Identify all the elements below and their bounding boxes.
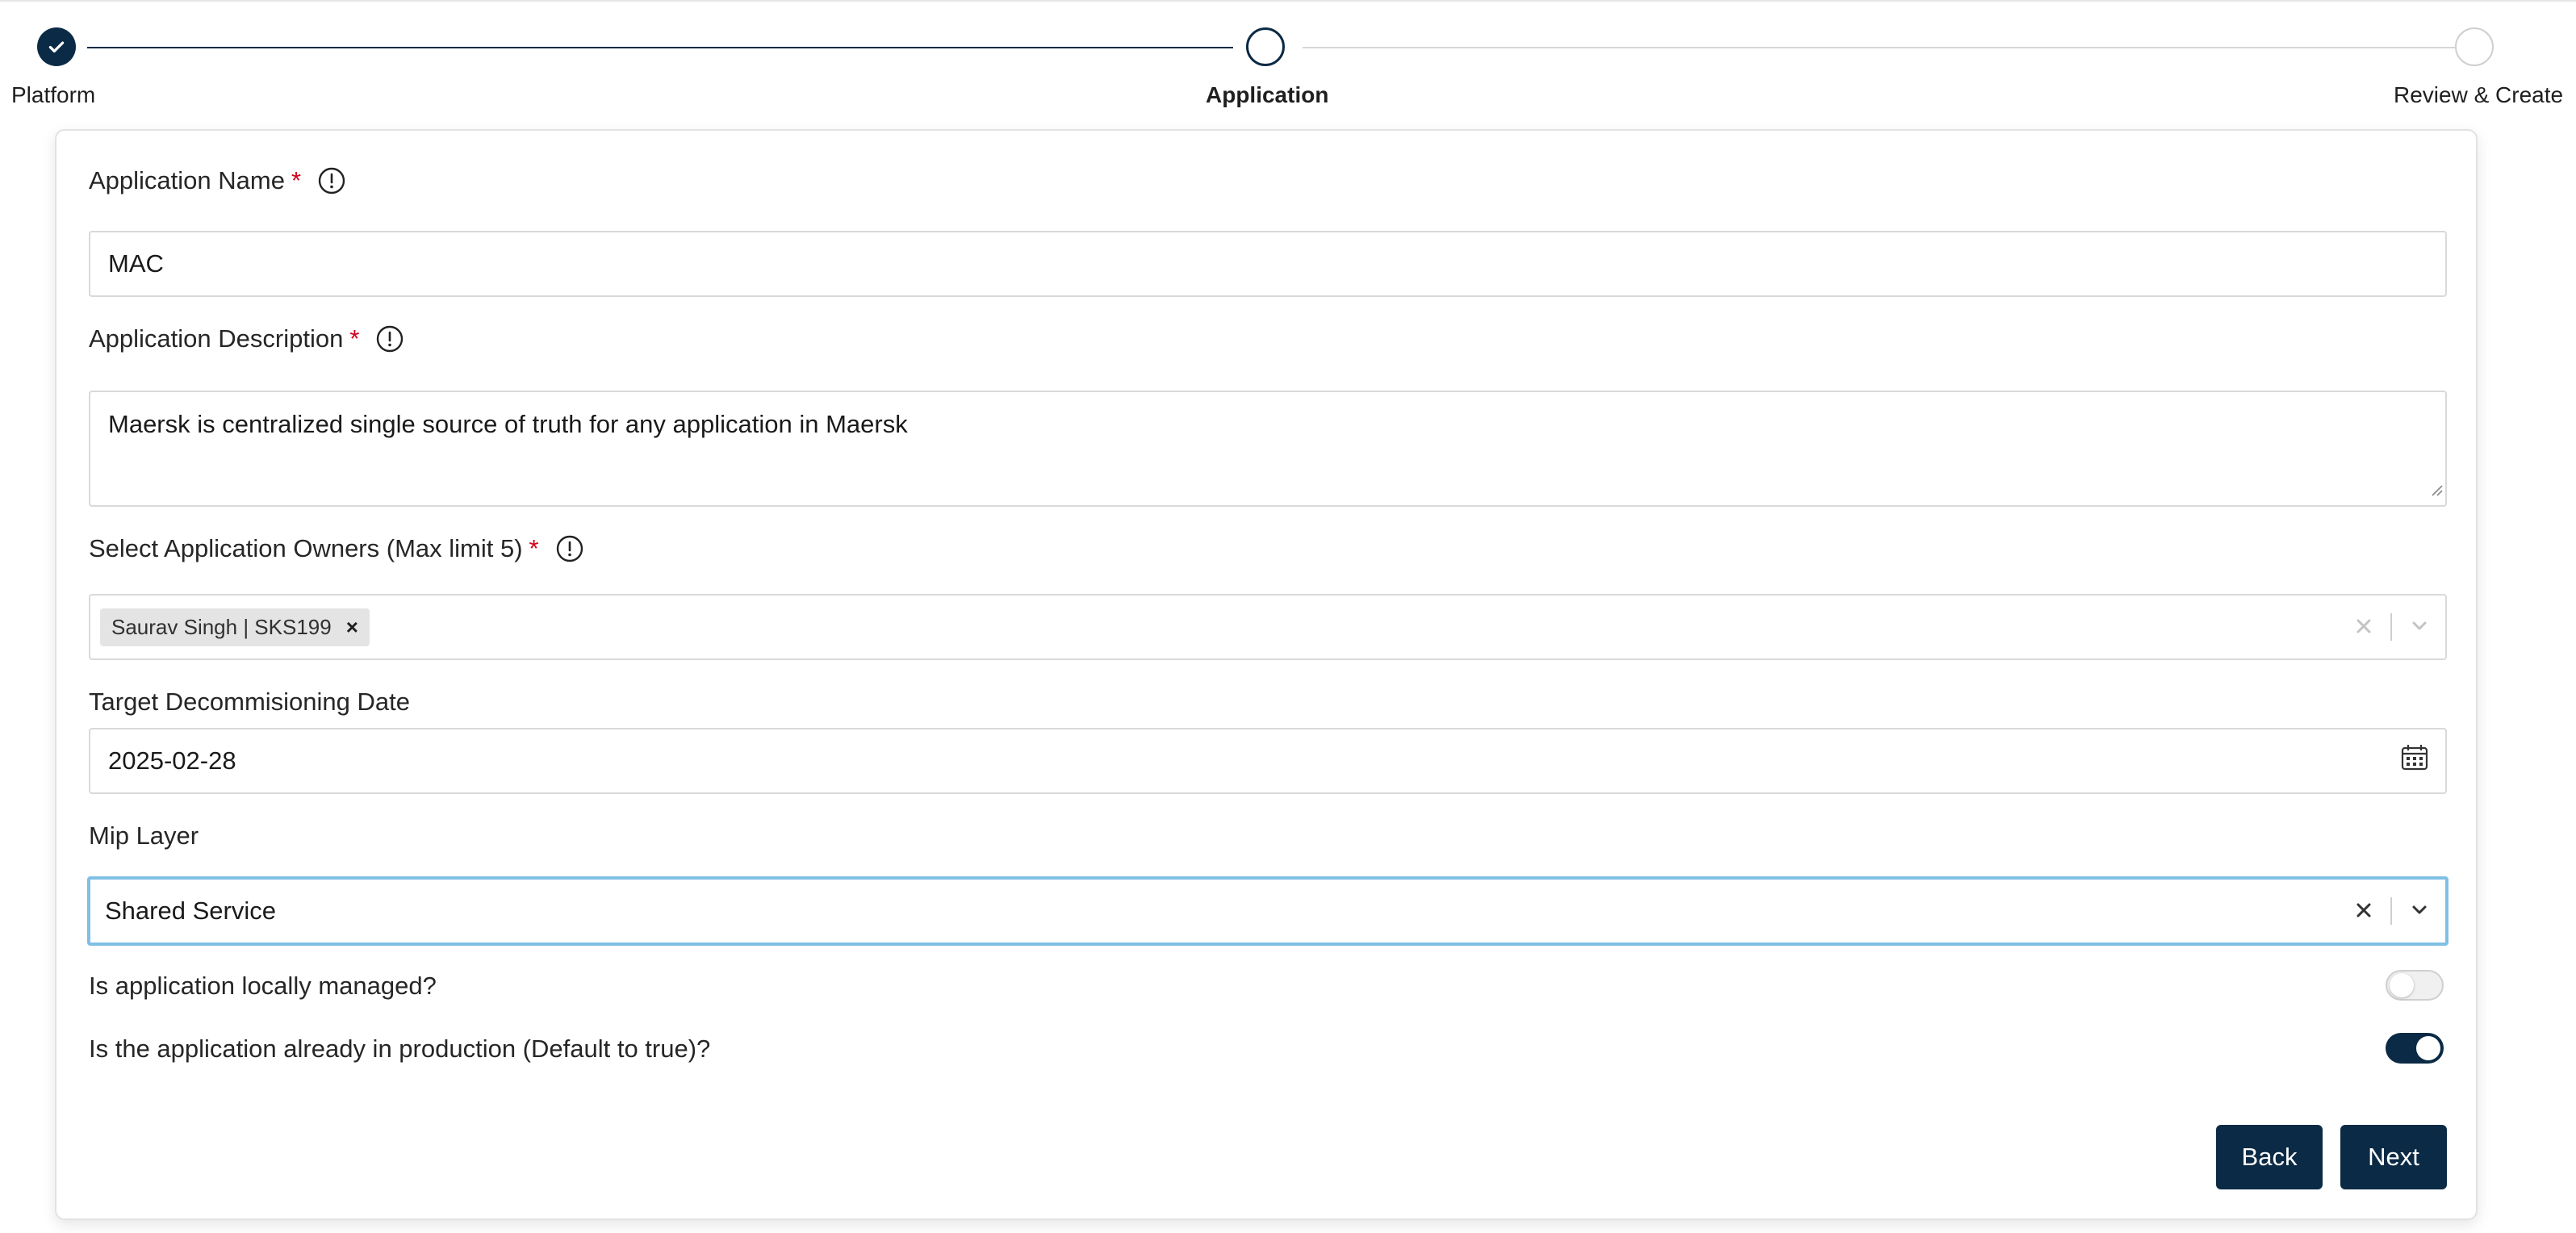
- resize-grip-icon[interactable]: [2429, 474, 2444, 504]
- required-asterisk: *: [529, 534, 539, 562]
- clear-icon[interactable]: [2355, 897, 2373, 926]
- toggle-knob: [2390, 973, 2414, 997]
- in-production-label: Is the application already in production…: [89, 1034, 711, 1063]
- select-separator: [2390, 613, 2392, 641]
- required-asterisk: *: [291, 166, 302, 194]
- chip-remove-icon[interactable]: ×: [346, 615, 358, 640]
- chevron-down-icon[interactable]: [2410, 612, 2429, 642]
- mip-select-controls: [2355, 880, 2429, 943]
- application-name-value: MAC: [108, 249, 164, 278]
- application-description-textarea[interactable]: Maersk is centralized single source of t…: [89, 391, 2447, 507]
- mip-layer-value: Shared Service: [105, 897, 276, 925]
- application-form-card: Application Name * MAC Application Descr…: [55, 129, 2478, 1220]
- mip-layer-select[interactable]: Shared Service: [87, 876, 2448, 946]
- application-owners-label-text: Select Application Owners (Max limit 5): [89, 534, 523, 562]
- locally-managed-toggle[interactable]: [2386, 970, 2444, 1001]
- select-separator: [2390, 897, 2392, 925]
- stepper-line-completed: [87, 47, 1233, 48]
- application-name-label: Application Name *: [89, 166, 346, 195]
- decommissioning-date-input[interactable]: 2025-02-28: [89, 728, 2447, 794]
- owner-chip: Saurav Singh | SKS199 ×: [100, 608, 370, 646]
- step-label-review: Review & Create: [2394, 82, 2564, 107]
- application-owners-label: Select Application Owners (Max limit 5) …: [89, 534, 584, 563]
- decommissioning-date-label: Target Decommisioning Date: [89, 688, 410, 717]
- chevron-down-icon[interactable]: [2410, 897, 2429, 926]
- step-label-platform[interactable]: Platform: [11, 82, 95, 108]
- application-description-label: Application Description *: [89, 324, 404, 353]
- application-name-label-text: Application Name: [89, 166, 285, 194]
- back-button[interactable]: Back: [2216, 1125, 2323, 1189]
- toggle-knob: [2416, 1036, 2440, 1060]
- application-owners-select[interactable]: Saurav Singh | SKS199 ×: [89, 594, 2447, 660]
- mip-layer-label-text: Mip Layer: [89, 821, 199, 850]
- clear-icon[interactable]: [2355, 612, 2373, 642]
- locally-managed-label: Is application locally managed?: [89, 972, 437, 1000]
- in-production-toggle[interactable]: [2386, 1033, 2444, 1064]
- date-controls: [2400, 729, 2429, 792]
- decommissioning-date-value: 2025-02-28: [108, 746, 236, 775]
- step-review-circle: [2455, 27, 2494, 66]
- calendar-icon[interactable]: [2400, 743, 2429, 779]
- required-asterisk: *: [349, 324, 360, 353]
- next-button[interactable]: Next: [2340, 1125, 2447, 1189]
- info-icon[interactable]: [317, 166, 346, 195]
- mip-layer-label: Mip Layer: [89, 821, 199, 851]
- application-name-input[interactable]: MAC: [89, 231, 2447, 297]
- owner-chip-label: Saurav Singh | SKS199: [111, 614, 332, 639]
- progress-stepper: Platform Application Review & Create: [0, 0, 2576, 121]
- stepper-line-pending: [1303, 47, 2455, 48]
- step-label-application: Application: [1206, 82, 1329, 107]
- application-description-label-text: Application Description: [89, 324, 344, 353]
- owners-select-controls: [2355, 596, 2429, 658]
- decommissioning-date-label-text: Target Decommisioning Date: [89, 688, 411, 716]
- application-description-value: Maersk is centralized single source of t…: [108, 410, 908, 438]
- step-platform-check-icon[interactable]: [37, 27, 76, 66]
- info-icon[interactable]: [375, 324, 404, 353]
- info-icon[interactable]: [555, 534, 584, 563]
- step-application-circle: [1246, 27, 1285, 66]
